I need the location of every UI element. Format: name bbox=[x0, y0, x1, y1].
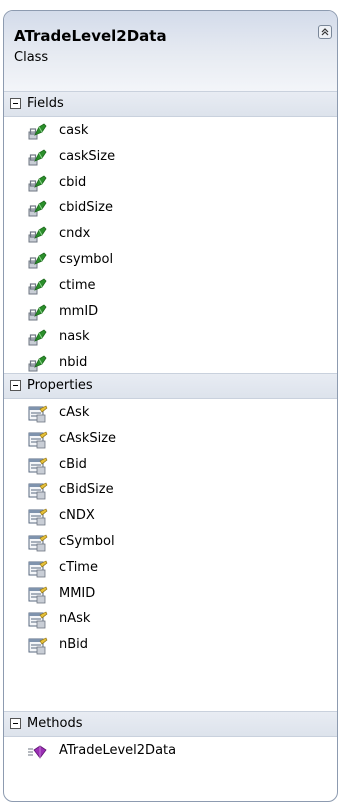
property-icon bbox=[28, 637, 48, 655]
field-icon bbox=[28, 252, 48, 270]
fields-item[interactable]: caskSize bbox=[4, 145, 337, 170]
field-icon bbox=[28, 304, 48, 322]
fields-item-label: cask bbox=[59, 123, 89, 138]
property-icon bbox=[28, 586, 48, 604]
fields-item[interactable]: cbidSize bbox=[4, 196, 337, 221]
properties-item-label: cNDX bbox=[59, 508, 95, 524]
properties-item-label: cTime bbox=[59, 559, 98, 575]
section-fields[interactable]: Fields bbox=[4, 91, 337, 117]
fields-item-label: caskSize bbox=[59, 148, 116, 164]
fields-item-label: mmID bbox=[59, 303, 99, 319]
methods-item[interactable]: ATradeLevel2Data bbox=[4, 739, 337, 764]
fields-item[interactable]: cbid bbox=[4, 171, 337, 196]
fields-item-label: csymbol bbox=[59, 252, 114, 267]
properties-item[interactable]: cTime bbox=[4, 556, 337, 581]
minus-box-icon[interactable] bbox=[10, 718, 21, 729]
fields-item[interactable]: cask bbox=[4, 119, 337, 144]
fields-item[interactable]: mmID bbox=[4, 300, 337, 325]
property-icon bbox=[28, 611, 48, 629]
properties-item-label: cSymbol bbox=[59, 534, 115, 549]
field-icon bbox=[28, 200, 48, 218]
properties-item[interactable]: cBidSize bbox=[4, 478, 337, 503]
field-icon bbox=[28, 329, 48, 347]
properties-item[interactable]: cBid bbox=[4, 453, 337, 478]
method-icon bbox=[28, 743, 48, 761]
fields-item-label: cbidSize bbox=[59, 200, 113, 216]
minus-box-icon[interactable] bbox=[10, 98, 21, 109]
section-label: Fields bbox=[27, 96, 64, 111]
fields-item[interactable]: ctime bbox=[4, 274, 337, 299]
property-icon bbox=[28, 534, 48, 552]
fields-item-label: ctime bbox=[59, 277, 96, 293]
field-icon bbox=[28, 123, 48, 141]
class-shape[interactable]: ATradeLevel2Data Class Fields cask caskSiz… bbox=[3, 10, 338, 802]
fields-item-label: nbid bbox=[59, 355, 88, 371]
property-icon bbox=[28, 405, 48, 423]
property-icon bbox=[28, 431, 48, 449]
field-icon bbox=[28, 278, 48, 296]
fields-item-label: nask bbox=[59, 329, 90, 345]
fields-item-label: cndx bbox=[59, 226, 91, 242]
properties-item[interactable]: nAsk bbox=[4, 607, 337, 632]
properties-item[interactable]: cAskSize bbox=[4, 427, 337, 452]
property-icon bbox=[28, 482, 48, 500]
section-methods[interactable]: Methods bbox=[4, 711, 337, 737]
section-label: Methods bbox=[27, 716, 83, 731]
field-icon bbox=[28, 175, 48, 193]
properties-item-label: cAskSize bbox=[59, 430, 117, 446]
properties-item-label: cBidSize bbox=[59, 482, 114, 498]
chevron-up-icon[interactable] bbox=[318, 25, 332, 39]
class-kind: Class bbox=[14, 50, 49, 65]
properties-item[interactable]: MMID bbox=[4, 582, 337, 607]
fields-item-label: cbid bbox=[59, 174, 87, 190]
properties-item-label: MMID bbox=[59, 585, 96, 601]
properties-item-label: cAsk bbox=[59, 405, 90, 420]
properties-item-label: nAsk bbox=[59, 611, 91, 627]
field-icon bbox=[28, 355, 48, 373]
property-icon bbox=[28, 457, 48, 475]
minus-box-icon[interactable] bbox=[10, 380, 21, 391]
properties-item-label: nBid bbox=[59, 637, 89, 653]
property-icon bbox=[28, 508, 48, 526]
properties-item[interactable]: cAsk bbox=[4, 401, 337, 426]
properties-item-label: cBid bbox=[59, 456, 87, 472]
class-header: ATradeLevel2Data Class bbox=[4, 11, 337, 92]
properties-item[interactable]: nBid bbox=[4, 633, 337, 658]
fields-item[interactable]: cndx bbox=[4, 222, 337, 247]
properties-item[interactable]: cNDX bbox=[4, 504, 337, 529]
property-icon bbox=[28, 560, 48, 578]
fields-item[interactable]: nask bbox=[4, 325, 337, 350]
section-label: Properties bbox=[27, 378, 93, 393]
field-icon bbox=[28, 149, 48, 167]
fields-item[interactable]: csymbol bbox=[4, 248, 337, 273]
section-properties[interactable]: Properties bbox=[4, 373, 337, 399]
methods-item-label: ATradeLevel2Data bbox=[59, 743, 177, 758]
properties-item[interactable]: cSymbol bbox=[4, 530, 337, 555]
field-icon bbox=[28, 226, 48, 244]
class-title: ATradeLevel2Data bbox=[14, 27, 167, 45]
